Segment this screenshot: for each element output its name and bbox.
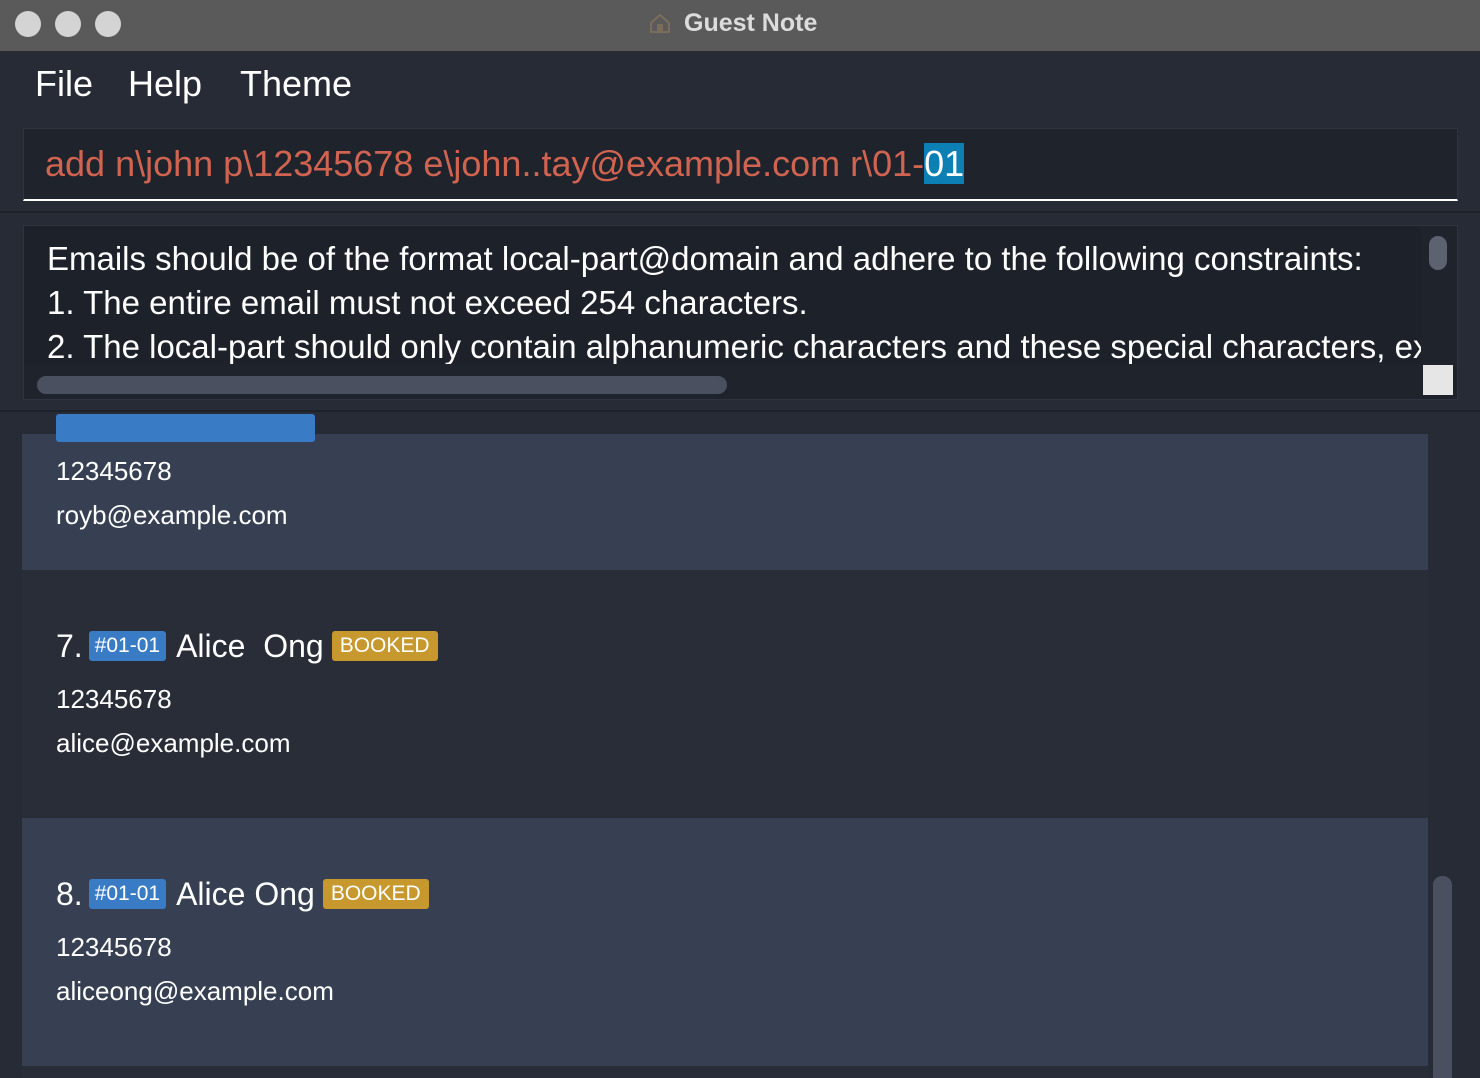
guest-title-row: 7. #01-01 Alice Ong BOOKED	[56, 626, 438, 666]
result-display: Emails should be of the format local-par…	[23, 225, 1458, 400]
guest-card[interactable]: 8. #01-01 Alice Ong BOOKED 12345678 alic…	[22, 818, 1428, 1066]
close-window-button[interactable]	[15, 11, 41, 37]
result-horizontal-scrollbar[interactable]	[24, 364, 1422, 399]
guest-card[interactable]: 7. #01-01 Alice Ong BOOKED 12345678 alic…	[22, 570, 1428, 818]
menu-file[interactable]: File	[35, 63, 93, 105]
list-vertical-scrollbar[interactable]	[1428, 414, 1480, 1078]
menu-theme[interactable]: Theme	[240, 63, 352, 105]
minimize-window-button[interactable]	[55, 11, 81, 37]
guest-email: alice@example.com	[56, 728, 291, 758]
result-line: Emails should be of the format local-par…	[47, 240, 1363, 277]
result-horizontal-scroll-thumb[interactable]	[37, 376, 727, 394]
menu-bar: File Help Theme	[0, 53, 1480, 115]
guest-name: Alice Ong	[176, 627, 324, 664]
room-tag: #01-01	[88, 631, 167, 661]
menu-help[interactable]: Help	[128, 63, 202, 105]
result-panel: Emails should be of the format local-par…	[0, 215, 1480, 412]
command-text[interactable]: add n\john p\12345678 e\john..tay@exampl…	[45, 143, 965, 185]
command-value: add n\john p\12345678 e\john..tay@exampl…	[45, 143, 925, 184]
status-badge: BOOKED	[322, 879, 429, 909]
window-title: Guest Note	[684, 9, 818, 37]
guest-phone: 12345678	[56, 456, 172, 486]
command-panel: add n\john p\12345678 e\john..tay@exampl…	[0, 115, 1480, 213]
guest-name: Alice Ong	[176, 875, 315, 912]
guest-index: 7.	[56, 627, 83, 664]
app-window: Guest Note File Help Theme add n\john p\…	[0, 0, 1480, 1078]
result-line: 2. The local-part should only contain al…	[47, 328, 1446, 365]
guest-title-row: 8. #01-01 Alice Ong BOOKED	[56, 874, 429, 914]
tag	[56, 414, 315, 442]
scrollbar-corner	[1423, 365, 1453, 395]
guest-card[interactable]: 12345678 royb@example.com	[22, 414, 1428, 570]
guest-index: 8.	[56, 875, 83, 912]
guest-email: aliceong@example.com	[56, 976, 334, 1006]
list-vertical-scroll-thumb[interactable]	[1433, 876, 1452, 1078]
command-selection: 01	[924, 143, 965, 184]
result-vertical-scrollbar[interactable]	[1421, 226, 1457, 366]
guest-card[interactable]	[22, 1066, 1428, 1078]
guest-phone: 12345678	[56, 932, 172, 962]
title-bar: Guest Note	[0, 0, 1480, 52]
guest-email: royb@example.com	[56, 500, 288, 530]
room-tag: #01-01	[88, 879, 167, 909]
guest-phone: 12345678	[56, 684, 172, 714]
status-badge: BOOKED	[331, 631, 438, 661]
result-line: 1. The entire email must not exceed 254 …	[47, 284, 808, 321]
guest-list: 12345678 royb@example.com 7. #01-01 Alic…	[0, 414, 1480, 1078]
result-vertical-scroll-thumb[interactable]	[1429, 236, 1447, 270]
house-icon	[650, 13, 670, 33]
command-input[interactable]: add n\john p\12345678 e\john..tay@exampl…	[23, 128, 1458, 201]
zoom-window-button[interactable]	[95, 11, 121, 37]
